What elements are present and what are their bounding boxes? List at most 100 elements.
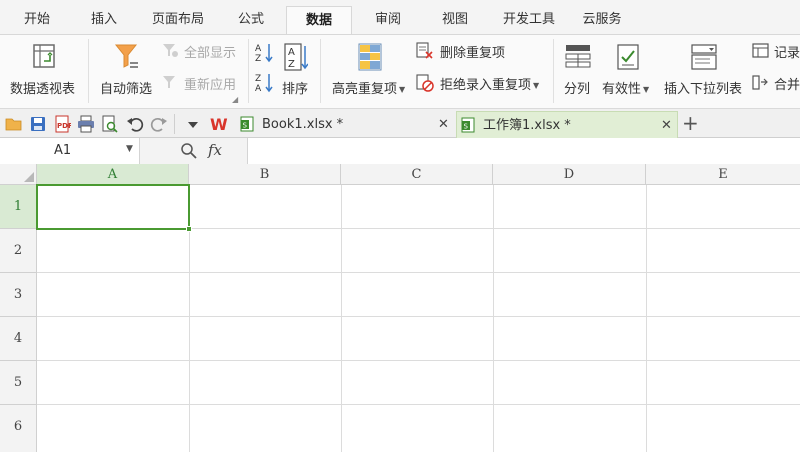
reapply-button[interactable]: 重新应用 ◢ — [160, 73, 240, 104]
column-header-a[interactable]: A — [37, 164, 189, 185]
reject-duplicates-button[interactable]: 拒绝录入重复项 ▼ — [414, 73, 548, 93]
highlight-duplicates-button[interactable]: 高亮重复项 ▼ — [328, 39, 412, 103]
svg-text:A: A — [255, 84, 262, 93]
delete-duplicates-label: 删除重复项 — [440, 46, 506, 61]
insert-dropdown-list-button[interactable]: 插入下拉列表 — [660, 39, 748, 103]
svg-text:Z: Z — [255, 54, 261, 63]
split-columns-button[interactable]: 分列 — [558, 39, 598, 103]
row-header-1[interactable]: 1 — [0, 185, 37, 229]
open-folder-icon[interactable] — [5, 115, 23, 133]
menu-tab-start[interactable]: 开始 — [8, 6, 66, 34]
delete-duplicates-button[interactable]: 删除重复项 — [414, 41, 544, 61]
customize-dropdown-icon[interactable] — [184, 115, 202, 133]
close-tab-icon[interactable]: ✕ — [438, 111, 449, 138]
dropdown-list-icon — [691, 44, 717, 70]
autofilter-label: 自动筛选 — [100, 82, 153, 97]
merge-calc-icon — [752, 75, 768, 90]
file-tab-workbook1[interactable]: S 工作簿1.xlsx * ✕ — [456, 111, 678, 138]
grid-line — [37, 404, 800, 405]
grid-line — [341, 185, 342, 452]
validity-button[interactable]: 有效性 ▼ — [600, 39, 656, 103]
export-pdf-icon[interactable]: PDF — [53, 115, 71, 133]
filter-reapply-icon — [163, 76, 175, 88]
dialog-launcher-icon[interactable]: ◢ — [232, 95, 238, 104]
merge-button[interactable]: 合并 — [750, 73, 800, 93]
svg-text:PDF: PDF — [57, 122, 71, 130]
record-label: 记录 — [774, 46, 800, 61]
row-header-6[interactable]: 6 — [0, 405, 37, 452]
record-button[interactable]: 记录 — [750, 41, 800, 61]
name-box[interactable]: A1 ▼ — [0, 138, 140, 164]
insert-function-icon[interactable]: fx — [208, 141, 222, 159]
menu-tab-data[interactable]: 数据 — [286, 6, 352, 34]
reject-duplicates-label: 拒绝录入重复项 ▼ — [440, 78, 540, 93]
svg-text:S: S — [243, 122, 248, 130]
menu-tab-review[interactable]: 审阅 — [362, 6, 414, 34]
grid-line — [493, 185, 494, 452]
menu-tab-developer[interactable]: 开发工具 — [494, 6, 564, 34]
sort-button[interactable]: A Z 排序 — [280, 39, 314, 103]
row-header-4[interactable]: 4 — [0, 317, 37, 361]
insert-dropdown-list-label: 插入下拉列表 — [664, 82, 743, 97]
menu-tab-view[interactable]: 视图 — [430, 6, 480, 34]
pivot-table-button[interactable]: 数据透视表 — [4, 39, 82, 103]
sort-ascending-button[interactable]: A Z — [254, 41, 276, 64]
column-header-d[interactable]: D — [493, 164, 646, 185]
name-box-dropdown-icon[interactable]: ▼ — [126, 144, 133, 154]
print-icon[interactable] — [77, 115, 95, 133]
new-tab-plus-icon[interactable]: + — [682, 111, 699, 135]
svg-text:A: A — [255, 44, 262, 54]
svg-text:S: S — [464, 123, 469, 131]
show-all-label: 全部显示 — [184, 46, 237, 61]
ribbon-data: 数据透视表 自动筛选 全部显示 重新应用 ◢ A Z Z A A Z 排序 高亮… — [0, 34, 800, 108]
menu-tab-page-layout[interactable]: 页面布局 — [142, 6, 214, 34]
zoom-search-icon[interactable] — [180, 142, 198, 160]
wps-logo-icon[interactable]: W — [210, 115, 228, 133]
menu-bar: 开始 插入 页面布局 公式 数据 审阅 视图 开发工具 云服务 — [0, 0, 800, 34]
autofilter-button[interactable]: 自动筛选 — [96, 39, 158, 103]
fill-handle[interactable] — [186, 226, 192, 232]
undo-icon[interactable] — [126, 115, 144, 133]
formula-input[interactable] — [248, 138, 800, 164]
filter-clear-icon — [163, 44, 178, 57]
file-tab-book1[interactable]: S Book1.xlsx * ✕ — [236, 111, 452, 138]
validity-label: 有效性 ▼ — [602, 82, 650, 97]
svg-text:A: A — [288, 47, 295, 58]
save-icon[interactable] — [29, 115, 47, 133]
print-preview-icon[interactable] — [101, 115, 119, 133]
ribbon-divider — [553, 39, 554, 103]
svg-text:Z: Z — [255, 74, 261, 84]
svg-text:Z: Z — [288, 59, 295, 70]
close-tab-icon[interactable]: ✕ — [661, 112, 672, 139]
pivot-table-label: 数据透视表 — [10, 82, 76, 97]
ribbon-divider — [88, 39, 89, 103]
validity-icon — [617, 44, 639, 70]
column-header-b[interactable]: B — [189, 164, 341, 185]
show-all-button[interactable]: 全部显示 — [160, 41, 240, 61]
file-tab-name: 工作簿1.xlsx * — [483, 118, 571, 133]
redo-icon[interactable] — [150, 115, 168, 133]
menu-tab-formula[interactable]: 公式 — [226, 6, 276, 34]
cell-reference: A1 — [54, 143, 72, 158]
highlight-duplicates-icon — [358, 43, 382, 71]
active-cell-a1[interactable] — [36, 184, 190, 230]
sort-descending-button[interactable]: Z A — [254, 71, 276, 94]
svg-text:W: W — [210, 115, 228, 133]
row-header-5[interactable]: 5 — [0, 361, 37, 405]
spreadsheet-file-icon: S — [240, 116, 254, 132]
sort-label: 排序 — [282, 82, 309, 97]
select-all-corner[interactable] — [0, 164, 37, 185]
sort-icon: A Z — [284, 43, 308, 71]
merge-label: 合并 — [774, 78, 800, 93]
column-header-e[interactable]: E — [646, 164, 800, 185]
column-header-c[interactable]: C — [341, 164, 493, 185]
menu-tab-cloud[interactable]: 云服务 — [574, 6, 630, 34]
ribbon-divider — [248, 39, 249, 103]
grid-line — [37, 272, 800, 273]
pivot-table-icon — [33, 44, 55, 68]
menu-tab-insert[interactable]: 插入 — [78, 6, 130, 34]
toolbar-divider — [174, 114, 175, 134]
file-tab-name: Book1.xlsx * — [262, 117, 344, 132]
row-header-3[interactable]: 3 — [0, 273, 37, 317]
row-header-2[interactable]: 2 — [0, 229, 37, 273]
